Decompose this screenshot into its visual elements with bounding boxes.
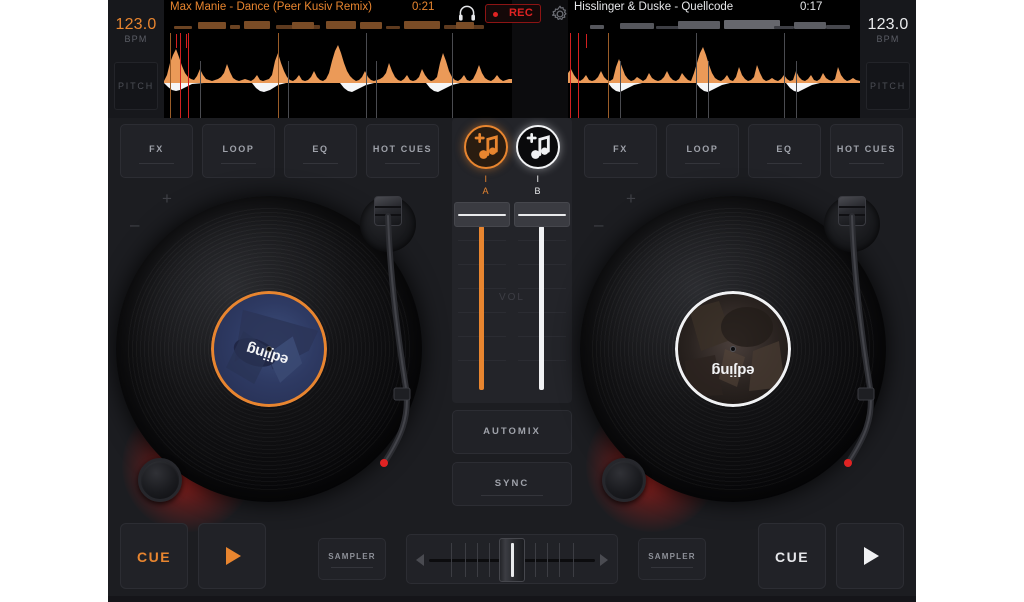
deck-a-turntable-zone: + – edjing	[108, 118, 452, 532]
deck-a-waveform-svg	[164, 45, 512, 92]
deck-a-letter: A	[482, 186, 490, 196]
deck-b-bpm-label: BPM	[876, 34, 900, 44]
sync-button[interactable]: SYNC	[452, 462, 572, 506]
deck-a-track-title: Max Manie - Dance (Peer Kusiv Remix)	[170, 1, 372, 13]
deck-b-waveform-panel[interactable]: Hisslinger & Duske - Quellcode 0:17	[568, 0, 860, 118]
music-note-plus-icon	[526, 133, 550, 159]
deck-b-track-title: Hisslinger & Duske - Quellcode	[574, 1, 734, 13]
play-triangle-icon	[226, 547, 241, 565]
deck-b-fader-cap[interactable]	[514, 202, 570, 227]
arrow-left-icon[interactable]	[416, 554, 424, 566]
deck-b-cue-button[interactable]: CUE	[758, 523, 826, 589]
deck-a-tonearm[interactable]	[348, 208, 428, 488]
deck-b-volume-fader[interactable]	[514, 200, 570, 403]
deck-a-pitch-button[interactable]: PITCH	[114, 62, 158, 110]
sync-label: SYNC	[494, 478, 530, 489]
deck-b-cue-label: CUE	[774, 549, 810, 565]
edjing-dj-app: 123.0 BPM PITCH Max Manie - Dance (Peer …	[108, 0, 916, 602]
deck-b-mark: I	[536, 174, 540, 184]
deck-a-cue-label: CUE	[136, 549, 172, 565]
deck-a-track-time: 0:21	[412, 1, 435, 13]
deck-b-track-time: 0:17	[800, 1, 823, 13]
deck-a-pitch-label: PITCH	[118, 81, 154, 91]
deck-b-overview-strip[interactable]	[568, 18, 860, 48]
deck-b-waveform-svg	[568, 47, 860, 92]
deck-b-pitch-label: PITCH	[870, 81, 906, 91]
deck-a-sampler-button[interactable]: SAMPLER	[318, 538, 386, 580]
deck-b-tonearm[interactable]	[812, 208, 892, 488]
automix-label: AUTOMIX	[483, 426, 541, 437]
deck-b-pitch-button[interactable]: PITCH	[866, 62, 910, 110]
deck-b-sampler-button[interactable]: SAMPLER	[638, 538, 706, 580]
deck-b-pitch-knob[interactable]	[602, 458, 646, 502]
deck-a-volume-fader[interactable]	[454, 200, 510, 403]
deck-a-bpm-label: BPM	[124, 34, 148, 44]
record-label: REC	[508, 7, 534, 19]
deck-b-vinyl-brand: edjing	[711, 362, 755, 379]
deck-b-letter: B	[534, 186, 542, 196]
headphones-icon[interactable]	[457, 3, 477, 23]
top-waveform-bar: 123.0 BPM PITCH Max Manie - Dance (Peer …	[108, 0, 916, 118]
bottom-bar	[108, 596, 916, 602]
deck-b-play-button[interactable]	[836, 523, 904, 589]
deck-b-sampler-label: SAMPLER	[648, 552, 696, 561]
deck-b-pitch-plus[interactable]: +	[626, 190, 636, 207]
deck-b-title-row: Hisslinger & Duske - Quellcode 0:17	[574, 1, 854, 17]
deck-a-bpm-panel: 123.0 BPM PITCH	[108, 0, 164, 118]
crossfader[interactable]	[406, 534, 618, 584]
deck-a-title-row: Max Manie - Dance (Peer Kusiv Remix) 0:2…	[170, 1, 506, 17]
record-dot-icon	[493, 12, 498, 17]
deck-a-load-button[interactable]	[464, 125, 508, 169]
deck-b-spindle	[730, 346, 736, 352]
center-mixer-panel: I I A B VOL	[452, 118, 572, 403]
arrow-right-icon[interactable]	[600, 554, 608, 566]
deck-a-vinyl-label[interactable]: edjing	[211, 291, 327, 407]
deck-a-cue-button[interactable]: CUE	[120, 523, 188, 589]
deck-a-detail-waveform[interactable]	[164, 33, 512, 118]
header-icon-group: REC	[457, 3, 567, 25]
gear-icon[interactable]	[551, 5, 569, 23]
volume-fader-bay: VOL	[452, 200, 572, 403]
music-note-plus-icon	[474, 133, 498, 159]
deck-a-pitch-plus[interactable]: +	[162, 190, 172, 207]
deck-b-pitch-minus[interactable]: –	[594, 216, 603, 233]
deck-b-turntable-zone: + – edjing	[572, 118, 916, 532]
deck-b-load-button[interactable]	[516, 125, 560, 169]
play-triangle-icon	[864, 547, 879, 565]
deck-a-mark: I	[484, 174, 488, 184]
record-button[interactable]: REC	[485, 4, 541, 23]
deck-b-detail-waveform[interactable]	[568, 33, 860, 118]
automix-button[interactable]: AUTOMIX	[452, 410, 572, 454]
deck-a-spindle	[266, 346, 272, 352]
deck-a-fader-cap[interactable]	[454, 202, 510, 227]
deck-a-pitch-knob[interactable]	[138, 458, 182, 502]
deck-a-play-button[interactable]	[198, 523, 266, 589]
crossfader-knob[interactable]	[499, 538, 525, 582]
deck-b-bpm-value: 123.0	[867, 16, 909, 33]
deck-b-vinyl-label[interactable]: edjing	[675, 291, 791, 407]
deck-a-sampler-label: SAMPLER	[328, 552, 376, 561]
deck-b-bpm-panel: 123.0 BPM PITCH	[860, 0, 916, 118]
deck-a-bpm-value: 123.0	[115, 16, 157, 33]
deck-a-pitch-minus[interactable]: –	[130, 216, 139, 233]
